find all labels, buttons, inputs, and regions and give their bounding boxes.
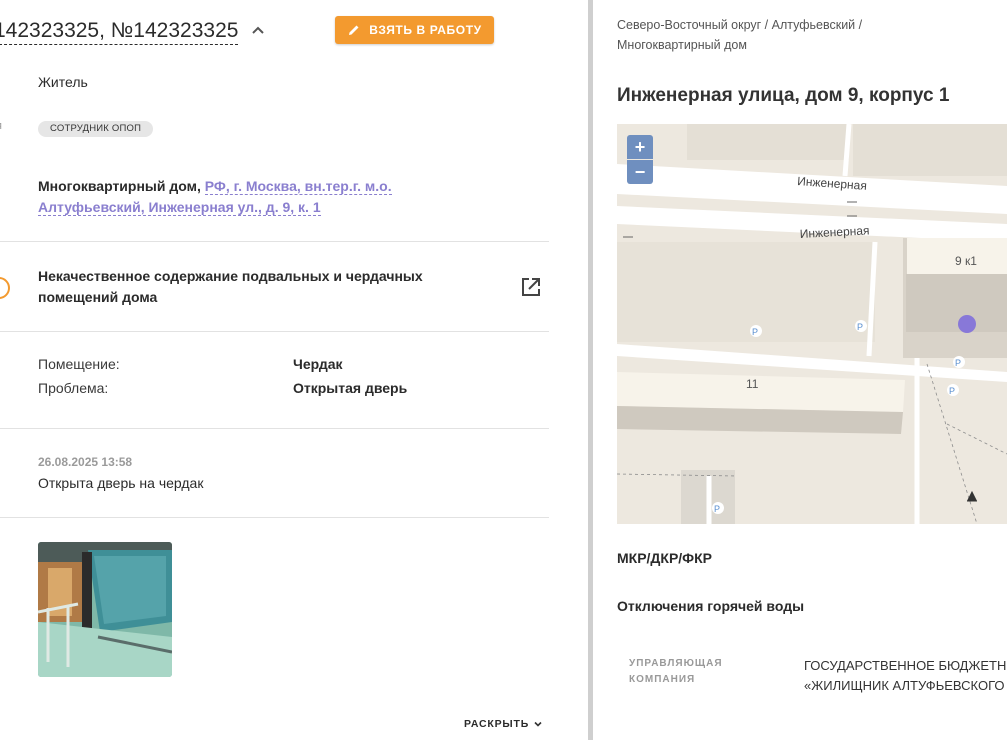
divider bbox=[0, 241, 549, 242]
parking-icon: P bbox=[714, 504, 720, 514]
divider bbox=[0, 517, 549, 518]
comment-text: Открыта дверь на чердак bbox=[38, 475, 204, 491]
building-marker-icon bbox=[958, 315, 976, 333]
external-link-icon[interactable] bbox=[520, 276, 542, 298]
management-company-line-1: ГОСУДАРСТВЕННОЕ БЮДЖЕТН bbox=[804, 658, 1007, 673]
map-house-label-2: 11 bbox=[746, 377, 759, 391]
section-repairs[interactable]: МКР/ДКР/ФКР bbox=[617, 550, 712, 566]
take-to-work-button[interactable]: ВЗЯТЬ В РАБОТУ bbox=[335, 16, 494, 44]
breadcrumb-line-1[interactable]: Северо-Восточный округ / Алтуфьевский / bbox=[617, 18, 862, 32]
address-prefix: Многоквартирный дом, bbox=[38, 178, 201, 194]
parking-icon: P bbox=[857, 322, 863, 332]
building-title: Инженерная улица, дом 9, корпус 1 bbox=[617, 85, 950, 106]
management-company-value: ГОСУДАРСТВЕННОЕ БЮДЖЕТН «ЖИЛИЩНИК АЛТУФЬ… bbox=[804, 656, 1006, 696]
map[interactable]: Инженерная Инженерная 9 к1 11 P P P P P … bbox=[617, 124, 1007, 524]
map-house-label-1: 9 к1 bbox=[955, 254, 977, 268]
cut-off-label: я bbox=[0, 120, 2, 132]
object-address: Многоквартирный дом, РФ, г. Москва, вн.т… bbox=[38, 176, 488, 218]
detail-value-room: Чердак bbox=[293, 356, 343, 372]
chevron-down-icon bbox=[534, 721, 542, 727]
author-role: Житель bbox=[38, 74, 88, 90]
attached-photo[interactable] bbox=[38, 542, 172, 677]
detail-label-problem: Проблема: bbox=[38, 380, 109, 396]
divider bbox=[0, 428, 549, 429]
breadcrumb-line-2[interactable]: Многоквартирный дом bbox=[617, 38, 747, 52]
issue-title: Некачественное содержание подвальных и ч… bbox=[38, 268, 423, 305]
expand-button[interactable]: РАСКРЫТЬ bbox=[464, 718, 543, 730]
divider bbox=[0, 331, 549, 332]
building-panel: Северо-Восточный округ / Алтуфьевский / … bbox=[593, 0, 1007, 740]
parking-icon: P bbox=[949, 386, 955, 396]
management-company-label: УПРАВЛЯЮЩАЯ КОМПАНИЯ bbox=[629, 658, 723, 685]
status-circle-icon bbox=[0, 277, 10, 299]
parking-icon: P bbox=[752, 327, 758, 337]
expand-label: РАСКРЫТЬ bbox=[464, 718, 530, 730]
map-canvas: Инженерная Инженерная 9 к1 11 P P P P P bbox=[617, 124, 1007, 524]
chevron-up-icon[interactable] bbox=[250, 22, 266, 38]
parking-icon: P bbox=[955, 358, 961, 368]
attic-door-photo bbox=[38, 542, 172, 677]
zoom-out-button[interactable]: − bbox=[627, 160, 653, 184]
pencil-icon bbox=[349, 25, 359, 35]
comment-date: 26.08.2025 13:58 bbox=[38, 455, 133, 469]
section-hot-water[interactable]: Отключения горячей воды bbox=[617, 598, 804, 614]
management-company-line-2: «ЖИЛИЩНИК АЛТУФЬЕВСКОГО bbox=[804, 678, 1005, 693]
ticket-panel: 142323325, №142323325 ВЗЯТЬ В РАБОТУ Жит… bbox=[0, 0, 588, 740]
zoom-in-button[interactable]: + bbox=[627, 135, 653, 159]
ticket-title[interactable]: 142323325, №142323325 bbox=[0, 18, 239, 45]
take-to-work-label: ВЗЯТЬ В РАБОТУ bbox=[369, 23, 482, 37]
detail-label-room: Помещение: bbox=[38, 356, 120, 372]
status-badge: СОТРУДНИК ОПОП bbox=[38, 121, 154, 137]
detail-value-problem: Открытая дверь bbox=[293, 380, 408, 396]
